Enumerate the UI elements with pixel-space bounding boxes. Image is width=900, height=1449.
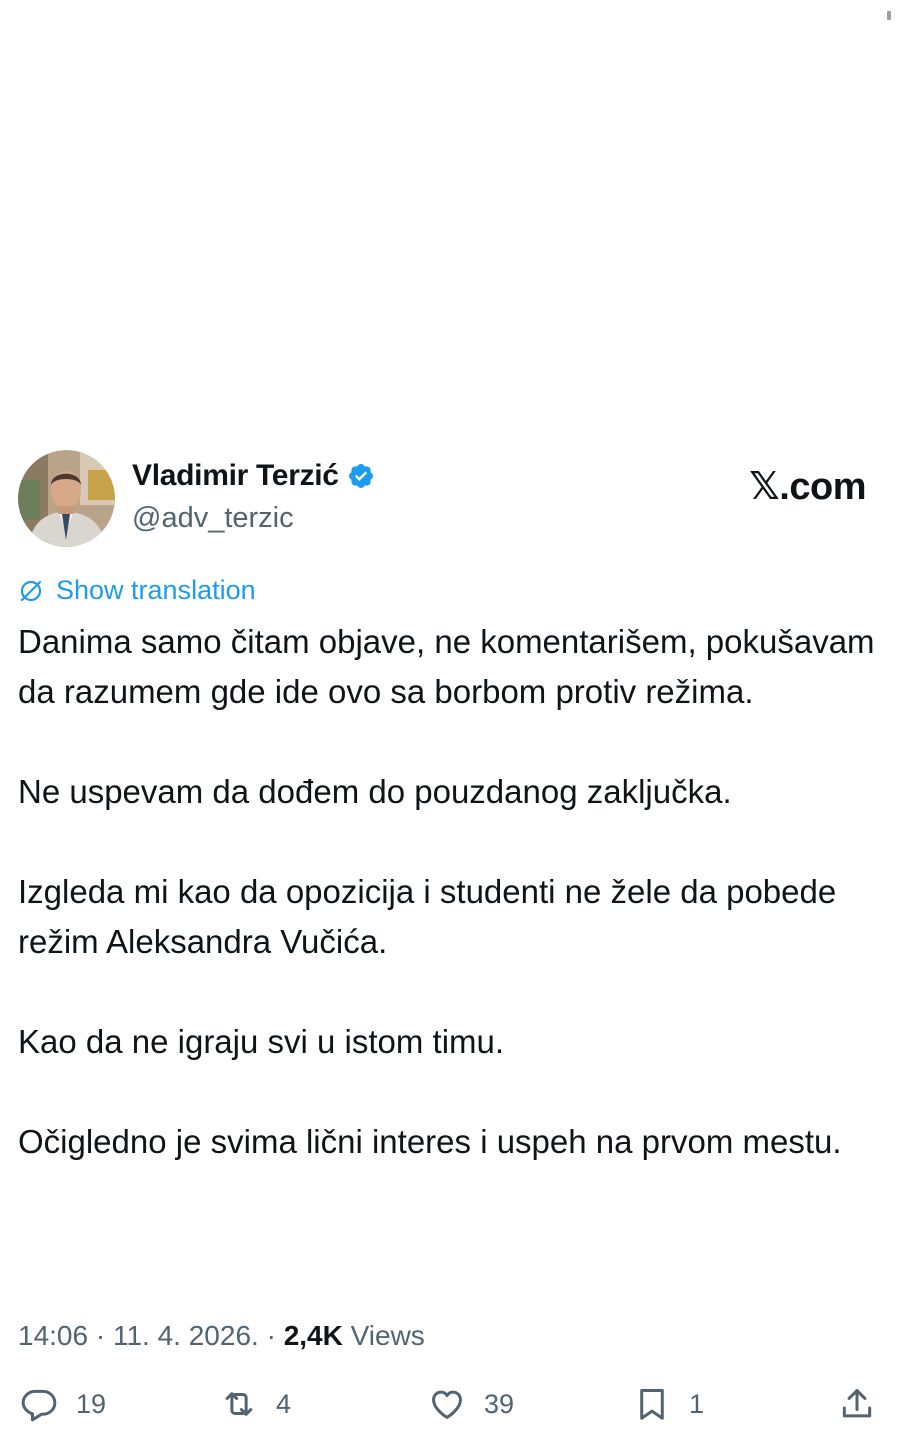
tweet-paragraph: Ne uspevam da dođem do pouzdanog zaključ… bbox=[18, 773, 732, 810]
x-logo: 𝕏.com bbox=[749, 464, 866, 509]
bookmark-button[interactable]: 1 bbox=[633, 1385, 704, 1423]
x-glyph: 𝕏 bbox=[749, 464, 780, 508]
author-name[interactable]: Vladimir Terzić bbox=[132, 459, 339, 493]
repost-icon bbox=[225, 1392, 253, 1416]
tweet-date[interactable]: 11. 4. 2026. bbox=[113, 1320, 259, 1351]
status-indicator bbox=[887, 11, 891, 20]
tweet-header: Vladimir Terzić @adv_terzic 𝕏.com bbox=[18, 450, 882, 550]
like-button[interactable]: 39 bbox=[428, 1385, 514, 1423]
bookmark-icon bbox=[640, 1389, 664, 1420]
avatar-image bbox=[18, 450, 115, 547]
tweet-paragraph: Očigledno je svima lični interes i uspeh… bbox=[18, 1123, 842, 1160]
show-translation-link[interactable]: Show translation bbox=[18, 575, 256, 606]
tweet-paragraph: Danima samo čitam objave, ne komentariše… bbox=[18, 623, 875, 710]
bookmark-count: 1 bbox=[689, 1388, 705, 1419]
share-icon bbox=[842, 1389, 872, 1418]
heart-icon bbox=[432, 1390, 462, 1419]
reply-count: 19 bbox=[76, 1388, 107, 1419]
tweet-time[interactable]: 14:06 bbox=[18, 1320, 88, 1351]
tweet-meta: 14:06 · 11. 4. 2026. · 2,4K Views bbox=[18, 1320, 425, 1352]
translate-icon bbox=[18, 578, 44, 604]
brand-domain: .com bbox=[779, 466, 866, 508]
meta-separator: · bbox=[88, 1320, 113, 1351]
views-count: 2,4K bbox=[283, 1320, 343, 1351]
repost-count: 4 bbox=[276, 1388, 292, 1419]
verified-badge-icon[interactable] bbox=[347, 462, 375, 490]
author-name-row: Vladimir Terzić bbox=[132, 459, 375, 493]
like-count: 39 bbox=[484, 1388, 515, 1419]
tweet-screenshot: Vladimir Terzić @adv_terzic 𝕏.com Show t… bbox=[0, 0, 900, 1449]
share-button[interactable] bbox=[838, 1385, 876, 1423]
reply-icon bbox=[21, 1389, 57, 1422]
tweet-actions: 19 4 39 1 bbox=[0, 1385, 900, 1437]
views-label: Views bbox=[350, 1320, 425, 1351]
avatar[interactable] bbox=[18, 450, 115, 547]
repost-button[interactable]: 4 bbox=[220, 1385, 291, 1423]
tweet-text: Danima samo čitam objave, ne komentariše… bbox=[18, 617, 878, 1167]
meta-separator: · bbox=[258, 1320, 284, 1351]
reply-button[interactable]: 19 bbox=[20, 1385, 106, 1423]
tweet-paragraph: Kao da ne igraju svi u istom timu. bbox=[18, 1023, 505, 1060]
tweet-paragraph: Izgleda mi kao da opozicija i studenti n… bbox=[18, 873, 837, 960]
show-translation-label: Show translation bbox=[56, 575, 256, 605]
author-handle[interactable]: @adv_terzic bbox=[132, 502, 294, 535]
